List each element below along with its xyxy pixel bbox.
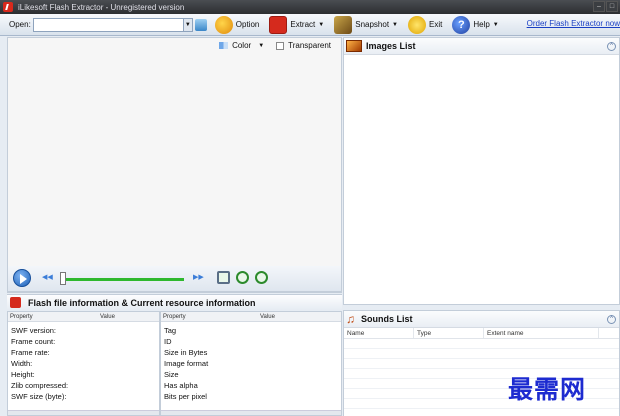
preview-pane: Color ▼ Transparent xyxy=(7,37,342,293)
grid-row: Width: xyxy=(11,359,33,368)
zoom-in-icon[interactable] xyxy=(255,271,268,284)
player-controls: ◀◀ ▶▶ xyxy=(7,266,342,292)
seek-slider-track[interactable] xyxy=(62,278,184,281)
help-button[interactable]: ? Help ▼ xyxy=(450,15,500,35)
fit-to-window-icon[interactable] xyxy=(217,271,230,284)
chevron-down-icon[interactable]: ▼ xyxy=(182,18,192,31)
images-list-header: Images List ^ xyxy=(344,38,619,55)
grid-header: Property Value xyxy=(161,312,341,322)
order-link[interactable]: Order Flash Extractor now xyxy=(527,19,620,28)
grid-row: Frame rate: xyxy=(11,348,50,357)
rewind-icon[interactable]: ◀◀ xyxy=(42,273,53,281)
zoom-out-icon[interactable] xyxy=(236,271,249,284)
option-gear-icon xyxy=(214,15,233,34)
value-column-header: Value xyxy=(100,314,115,320)
maximize-button[interactable]: □ xyxy=(606,1,618,12)
grid-row: Bits per pixel xyxy=(164,392,207,401)
flash-info-title: Flash file information & Current resourc… xyxy=(28,297,256,308)
grid-row: Zlib compressed: xyxy=(11,381,69,390)
watermark: 最需网 xyxy=(508,375,587,404)
title-bar: iLikesoft Flash Extractor - Unregistered… xyxy=(0,0,620,14)
transparent-checkbox[interactable] xyxy=(276,41,285,50)
extract-button[interactable]: Extract ▼ xyxy=(267,15,326,35)
value-column-header: Value xyxy=(260,314,275,320)
help-icon: ? xyxy=(452,15,471,34)
exit-button[interactable]: Exit xyxy=(406,15,444,35)
chevron-down-icon[interactable]: ▼ xyxy=(318,22,324,28)
type-column-header[interactable]: Type xyxy=(414,328,484,338)
main-toolbar: Open: ▼ Option Extract ▼ Snapshot ▼ Exit… xyxy=(0,14,620,36)
property-column-header: Property xyxy=(10,314,33,320)
resource-properties-grid[interactable]: Property Value Tag ID Size in Bytes Imag… xyxy=(160,311,342,416)
grid-row: Size xyxy=(164,370,179,379)
extent-name-column-header[interactable]: Extent name xyxy=(484,328,599,338)
grid-row: ID xyxy=(164,337,172,346)
horizontal-scrollbar[interactable] xyxy=(8,410,159,415)
open-file-combobox[interactable]: ▼ xyxy=(32,17,193,32)
sounds-list-columns: Name Type Extent name xyxy=(344,328,619,339)
option-button[interactable]: Option xyxy=(213,15,262,35)
flash-info-header: Flash file information & Current resourc… xyxy=(7,294,342,310)
exit-label: Exit xyxy=(429,20,443,29)
sounds-list-header: ♫ Sounds List ^ xyxy=(344,311,619,328)
open-folder-icon[interactable] xyxy=(194,18,207,31)
forward-icon[interactable]: ▶▶ xyxy=(193,273,204,281)
images-list-pane[interactable]: Images List ^ xyxy=(343,37,620,305)
grid-row: SWF size (byte): xyxy=(11,392,67,401)
minimize-button[interactable]: – xyxy=(593,1,605,12)
grid-row: SWF version: xyxy=(11,326,57,335)
chevron-down-icon[interactable]: ▼ xyxy=(493,22,499,28)
chevron-down-icon[interactable]: ▼ xyxy=(392,22,398,28)
snapshot-button[interactable]: Snapshot ▼ xyxy=(332,15,400,35)
flash-file-icon xyxy=(10,297,21,308)
help-label: Help xyxy=(473,20,490,29)
collapse-icon[interactable]: ^ xyxy=(607,42,616,51)
grid-row: Tag xyxy=(164,326,177,335)
color-dropdown[interactable]: Color xyxy=(232,41,251,50)
seek-slider-thumb[interactable] xyxy=(60,272,66,285)
flash-extractor-app-icon xyxy=(3,2,13,12)
play-icon[interactable] xyxy=(13,269,31,287)
option-label: Option xyxy=(235,20,260,29)
images-list-title: Images List xyxy=(366,41,416,51)
grid-header: Property Value xyxy=(8,312,159,322)
grid-row: Size in Bytes xyxy=(164,348,208,357)
preview-options: Color ▼ Transparent xyxy=(219,41,331,50)
swf-properties-grid[interactable]: Property Value SWF version: Frame count:… xyxy=(7,311,160,416)
grid-row: Has alpha xyxy=(164,381,198,390)
exit-icon xyxy=(408,15,426,34)
chevron-down-icon[interactable]: ▼ xyxy=(258,43,264,49)
sounds-list-title: Sounds List xyxy=(361,314,413,324)
grid-row: Frame count: xyxy=(11,337,56,346)
extract-icon xyxy=(269,15,288,34)
horizontal-scrollbar[interactable] xyxy=(161,410,341,415)
open-label: Open: xyxy=(9,20,31,29)
grid-row: Height: xyxy=(11,370,35,379)
collapse-icon[interactable]: ^ xyxy=(607,315,616,324)
window-controls: – □ xyxy=(593,1,618,12)
music-note-icon: ♫ xyxy=(346,311,355,326)
images-list-icon xyxy=(346,40,362,52)
window-title: iLikesoft Flash Extractor - Unregistered… xyxy=(18,2,185,12)
color-swatch-icon xyxy=(219,42,229,49)
transparent-label: Transparent xyxy=(288,41,331,50)
name-column-header[interactable]: Name xyxy=(344,328,414,338)
grid-row: Image format xyxy=(164,359,209,368)
snapshot-label: Snapshot xyxy=(355,20,390,29)
snapshot-icon xyxy=(334,15,353,34)
property-column-header: Property xyxy=(163,314,186,320)
extract-label: Extract xyxy=(290,20,316,29)
